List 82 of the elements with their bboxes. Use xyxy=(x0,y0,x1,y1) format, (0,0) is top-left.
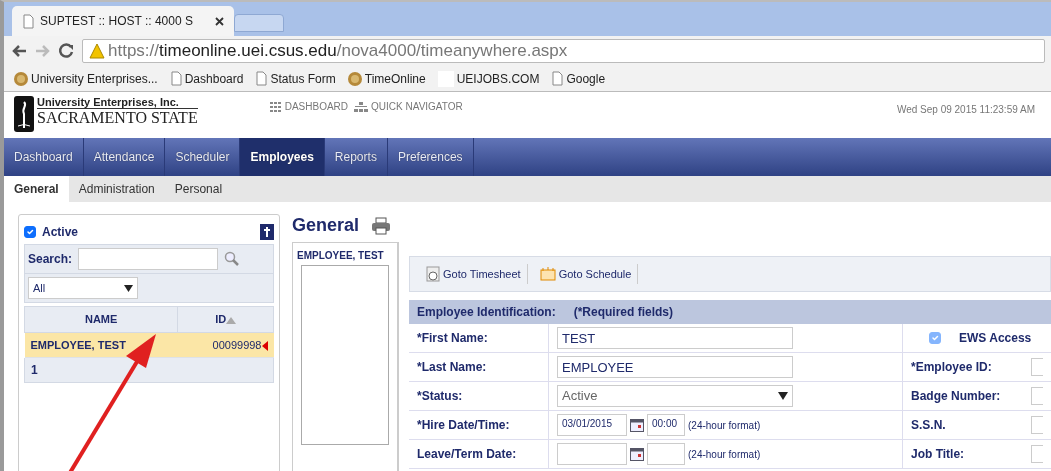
section-note: (*Required fields) xyxy=(573,304,674,321)
selected-marker-icon xyxy=(261,340,268,351)
close-icon[interactable] xyxy=(215,16,224,26)
column-header[interactable]: ID xyxy=(177,306,274,332)
employee-name: EMPLOYEE, TEST xyxy=(297,249,385,263)
bookmark[interactable]: Dashboard xyxy=(169,69,244,88)
search-label: Search: xyxy=(28,251,73,268)
format-hint: (24-hour format) xyxy=(688,447,761,462)
text-field[interactable]: EMPLOYEE xyxy=(557,356,793,378)
input-field[interactable] xyxy=(1031,387,1043,405)
bookmark[interactable]: Status Form xyxy=(255,69,336,88)
bookmark[interactable]: University Enterprises... xyxy=(14,69,158,88)
bookmark[interactable]: UEIJOBS.COM xyxy=(437,69,540,88)
address-bar[interactable]: https://timeonline.uei.csus.edu/nova4000/timeanywhere.aspx xyxy=(82,39,1045,63)
input-field[interactable] xyxy=(1031,416,1043,434)
field-label: Leave/Term Date: xyxy=(417,446,517,463)
dropdown-arrow-icon xyxy=(124,284,133,292)
sub-tab[interactable]: General xyxy=(4,176,69,202)
page-icon xyxy=(551,71,564,86)
field-label: *Hire Date/Time: xyxy=(417,417,510,434)
sub-tab[interactable]: Administration xyxy=(68,176,165,202)
section-title: Employee Identification: xyxy=(417,304,556,321)
page-title: General xyxy=(292,214,360,237)
text-field[interactable]: TEST xyxy=(557,327,793,349)
browser-tab[interactable]: SUPTEST :: HOST :: 4000 S xyxy=(12,6,234,36)
calendar-icon[interactable] xyxy=(630,447,644,461)
field-label: *Status: xyxy=(417,388,463,405)
date-field[interactable] xyxy=(557,443,627,465)
date-field[interactable]: 03/01/2015 xyxy=(557,414,627,436)
input-field[interactable] xyxy=(1031,358,1043,376)
field-label: Job Title: xyxy=(911,446,966,463)
page-number[interactable]: 1 xyxy=(31,363,38,377)
nav-tab[interactable]: Employees xyxy=(240,138,325,176)
time-field[interactable]: 00:00 xyxy=(647,414,685,436)
sort-asc-icon xyxy=(226,316,237,324)
torch-icon xyxy=(14,96,34,132)
toolbar-button[interactable]: Goto Timesheet xyxy=(420,263,528,285)
table-cell: 00099998 xyxy=(212,338,262,351)
calendar-icon xyxy=(539,267,556,281)
field-label: *First Name: xyxy=(417,330,488,347)
dropdown-arrow-icon xyxy=(778,392,788,400)
bookmark[interactable]: Google xyxy=(551,69,606,88)
filter-select[interactable]: All xyxy=(28,277,138,299)
field-label: S.S.N. xyxy=(911,417,947,434)
active-label: Active xyxy=(42,224,79,241)
format-hint: (24-hour format) xyxy=(688,418,761,433)
back-icon[interactable] xyxy=(10,43,28,59)
reload-icon[interactable] xyxy=(58,43,76,59)
forward-icon[interactable] xyxy=(34,43,52,59)
logo-subtitle: SACRAMENTO STATE xyxy=(37,108,198,126)
sitemap-icon xyxy=(354,101,369,112)
page-icon xyxy=(169,71,182,86)
active-checkbox[interactable] xyxy=(24,226,36,238)
search-field[interactable] xyxy=(78,248,219,270)
header-link[interactable]: QUICK NAVIGATOR xyxy=(354,99,463,114)
grid-icon xyxy=(269,101,282,112)
calendar-icon[interactable] xyxy=(630,418,644,432)
field-label: Badge Number: xyxy=(911,388,1002,405)
bookmark[interactable]: TimeOnline xyxy=(347,69,426,88)
select-field[interactable]: Active xyxy=(557,385,793,407)
header-link[interactable]: DASHBOARD xyxy=(269,99,349,114)
field-label: EWS Access xyxy=(959,330,1032,347)
printer-icon[interactable] xyxy=(371,216,392,235)
date-time: Wed Sep 09 2015 11:23:59 AM xyxy=(896,103,1036,117)
badge-icon xyxy=(347,71,362,86)
column-header[interactable]: NAME xyxy=(24,306,178,332)
new-tab-button[interactable] xyxy=(234,14,284,32)
clock-icon xyxy=(426,266,440,282)
toolbar-button[interactable]: Goto Schedule xyxy=(533,263,639,285)
search-icon[interactable] xyxy=(224,251,241,267)
page-icon xyxy=(22,13,34,29)
logo-title: University Enterprises, Inc. xyxy=(37,96,180,108)
page-icon xyxy=(255,71,268,86)
time-field[interactable] xyxy=(647,443,685,465)
tab-title: SUPTEST :: HOST :: 4000 S xyxy=(40,13,194,30)
url-text: https://timeonline.uei.csus.edu/nova4000/timeanywhere.aspx xyxy=(108,40,568,62)
input-field[interactable] xyxy=(1031,445,1043,463)
field-label: *Last Name: xyxy=(417,359,487,376)
field-label: *Employee ID: xyxy=(911,359,993,376)
warning-icon xyxy=(89,43,105,59)
badge-icon xyxy=(14,71,28,86)
sub-tab[interactable]: Personal xyxy=(164,176,233,202)
